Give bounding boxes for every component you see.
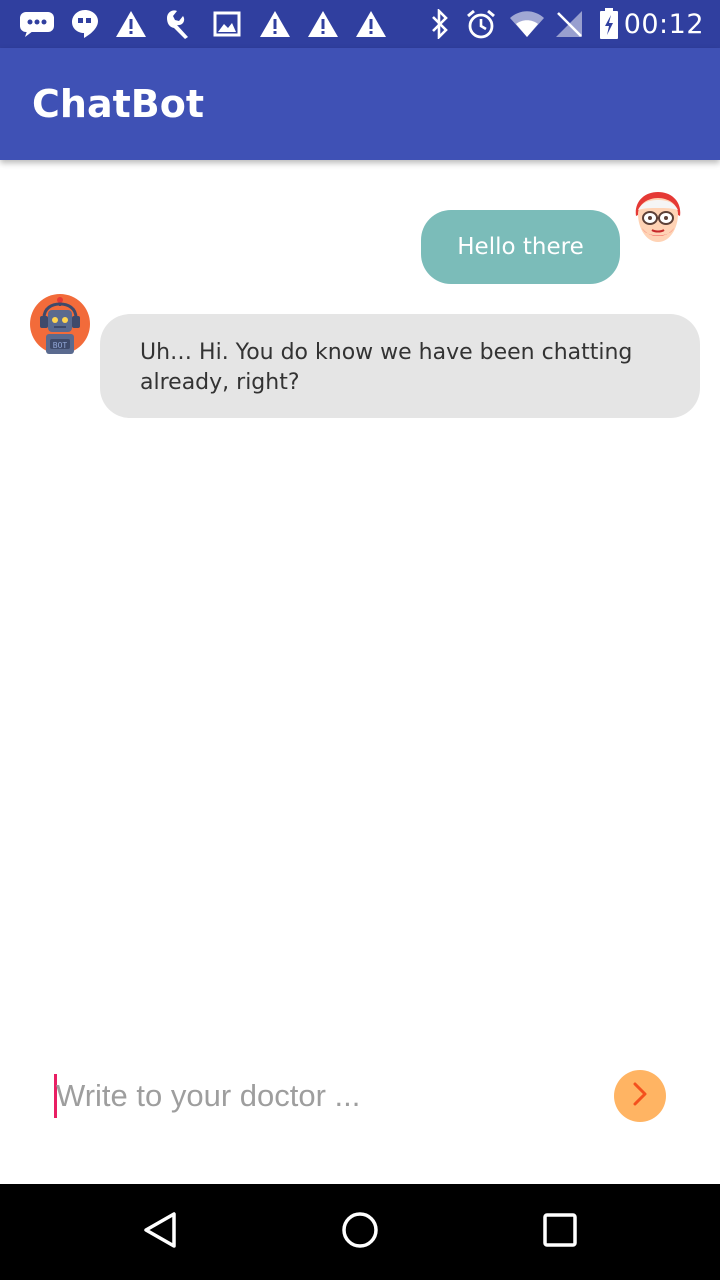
recents-button[interactable] <box>500 1184 620 1280</box>
app-bar: ChatBot <box>0 48 720 160</box>
chat-message-list[interactable]: Hello there BOT Uh… Hi. You do know we h… <box>0 160 720 1050</box>
alarm-icon <box>464 0 498 48</box>
chevron-right-icon <box>628 1080 652 1113</box>
message-composer <box>0 1050 720 1184</box>
messages-icon <box>18 0 56 48</box>
status-clock: 00:12 <box>623 8 704 40</box>
user-message-text: Hello there <box>457 234 584 260</box>
wrench-icon <box>162 0 196 48</box>
warning-icon <box>114 0 148 48</box>
battery-charging-icon <box>596 0 622 48</box>
warning-icon <box>354 0 388 48</box>
recents-icon <box>540 1210 580 1255</box>
warning-icon <box>306 0 340 48</box>
back-button[interactable] <box>100 1184 220 1280</box>
user-message-bubble: Hello there <box>421 210 620 284</box>
back-icon <box>140 1210 180 1255</box>
grandma-avatar-icon <box>628 188 688 248</box>
wifi-icon <box>508 0 546 48</box>
bot-message-bubble: Uh… Hi. You do know we have been chattin… <box>100 314 700 418</box>
home-button[interactable] <box>300 1184 420 1280</box>
message-input[interactable] <box>56 1070 596 1122</box>
image-icon <box>212 0 242 48</box>
robot-avatar-icon: BOT <box>30 294 90 354</box>
app-title: ChatBot <box>32 82 204 126</box>
home-icon <box>340 1210 380 1255</box>
hangouts-icon <box>70 0 100 48</box>
status-bar: 00:12 <box>0 0 720 48</box>
bot-message-text: Uh… Hi. You do know we have been chattin… <box>140 340 633 395</box>
svg-text:BOT: BOT <box>53 341 68 350</box>
send-button[interactable] <box>614 1070 666 1122</box>
system-navigation-bar <box>0 1184 720 1280</box>
no-signal-icon <box>552 0 586 48</box>
warning-icon <box>258 0 292 48</box>
bluetooth-icon <box>428 0 452 48</box>
